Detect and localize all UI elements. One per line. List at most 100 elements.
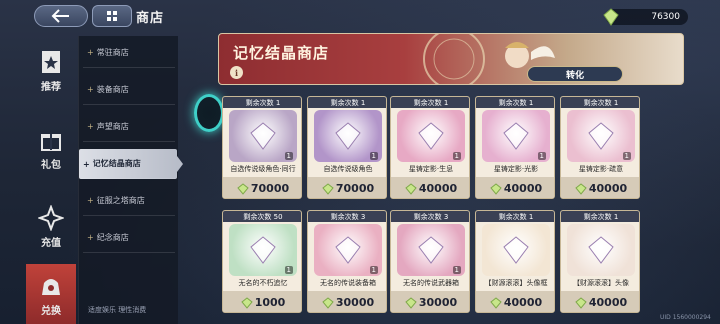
crystal-icon xyxy=(490,182,502,195)
remaining-count: 剩余次数 1 xyxy=(583,212,619,221)
remaining-count-bar: 剩余次数 1 xyxy=(476,211,554,222)
sub-item-label: 征服之塔商店 xyxy=(96,196,145,205)
sub-item-reputation-shop[interactable]: + 声望商店 xyxy=(83,112,175,142)
item-price: 40000 xyxy=(588,296,628,309)
item-name: 自选传说级角色 xyxy=(323,165,373,173)
remaining-count: 剩余次数 1 xyxy=(583,98,619,107)
exchange-bag-icon xyxy=(37,272,65,300)
item-price: 70000 xyxy=(335,182,375,195)
active-arrow-icon xyxy=(177,155,183,172)
plus-icon: + xyxy=(87,122,94,131)
portal-button[interactable] xyxy=(194,94,224,132)
remaining-count: 剩余次数 1 xyxy=(498,98,534,107)
shop-item-card[interactable]: 剩余次数 1 1 自选传说级角色 70000 xyxy=(307,96,387,199)
nav-label: 充值 xyxy=(41,238,61,249)
remaining-count: 剩余次数 1 xyxy=(245,98,281,107)
item-gem-icon xyxy=(250,122,276,150)
item-gem-icon xyxy=(250,236,276,264)
shop-item-card[interactable]: 剩余次数 3 1 无名的传说武器箱 30000 xyxy=(390,210,470,313)
shop-item-card[interactable]: 剩余次数 3 1 无名的传说装备箱 30000 xyxy=(307,210,387,313)
shop-item-card[interactable]: 剩余次数 1 1 自选传说级角色·同行 70000 xyxy=(222,96,302,199)
remaining-count: 剩余次数 1 xyxy=(330,98,366,107)
home-button[interactable] xyxy=(92,5,132,27)
item-quantity: 1 xyxy=(452,266,461,274)
shop-item-card[interactable]: 剩余次数 1 1 星铸定影·生息 40000 xyxy=(390,96,470,199)
nav-item-recommend[interactable]: 推荐 xyxy=(26,40,76,102)
nav-label: 兑换 xyxy=(41,306,61,317)
item-gem-icon xyxy=(418,122,444,150)
crystal-icon xyxy=(603,8,619,26)
emblem-icon xyxy=(423,34,485,84)
remaining-count: 剩余次数 3 xyxy=(413,212,449,221)
sub-item-memorial-shop[interactable]: + 纪念商店 xyxy=(83,223,175,253)
remaining-count: 剩余次数 50 xyxy=(243,212,283,221)
main-nav: 推荐 礼包 充值 兑换 xyxy=(26,36,76,324)
item-quantity: 1 xyxy=(452,152,461,160)
remaining-count-bar: 剩余次数 1 xyxy=(476,97,554,108)
sub-item-memory-crystal-shop[interactable]: + 记忆结晶商店 xyxy=(79,149,183,179)
uid-text: UID 1560000294 xyxy=(660,314,711,321)
currency-display[interactable]: 76300 xyxy=(603,8,688,26)
remaining-count-bar: 剩余次数 1 xyxy=(308,97,386,108)
price-bar: 1000 xyxy=(223,291,301,312)
item-gem-icon xyxy=(503,122,529,150)
item-name: 无名的不朽追忆 xyxy=(238,279,288,287)
shop-item-card[interactable]: 剩余次数 1 【财源滚滚】头像框 40000 xyxy=(475,210,555,313)
item-name: 无名的传说装备箱 xyxy=(320,279,376,287)
remaining-count-bar: 剩余次数 1 xyxy=(561,211,639,222)
price-bar: 70000 xyxy=(308,177,386,198)
sub-item-label: 声望商店 xyxy=(96,122,129,131)
item-gem-icon xyxy=(335,236,361,264)
price-bar: 30000 xyxy=(308,291,386,312)
item-price: 40000 xyxy=(503,182,543,195)
sparkle-star-icon xyxy=(37,204,65,232)
item-gem-icon xyxy=(418,236,444,264)
shop-item-card[interactable]: 剩余次数 1 【财源滚滚】头像 40000 xyxy=(560,210,640,313)
sub-item-tower-shop[interactable]: + 征服之塔商店 xyxy=(83,186,175,216)
top-bar: 商店 76300 xyxy=(0,0,720,32)
price-bar: 30000 xyxy=(391,291,469,312)
home-grid-icon xyxy=(107,11,117,21)
nav-item-exchange[interactable]: 兑换 xyxy=(26,264,76,324)
sub-item-label: 装备商店 xyxy=(96,85,129,94)
shop-item-card[interactable]: 剩余次数 1 1 星铸定影·光影 40000 xyxy=(475,96,555,199)
price-bar: 40000 xyxy=(476,291,554,312)
plus-icon: + xyxy=(87,85,94,94)
price-bar: 70000 xyxy=(223,177,301,198)
back-arrow-icon xyxy=(51,9,69,23)
convert-button[interactable]: 转化 xyxy=(527,66,623,82)
item-price: 30000 xyxy=(418,296,458,309)
convert-label: 转化 xyxy=(565,70,584,81)
nav-item-gift[interactable]: 礼包 xyxy=(26,118,76,180)
shop-item-card[interactable]: 剩余次数 1 1 星铸定影·疏意 40000 xyxy=(560,96,640,199)
sub-item-label: 记忆结晶商店 xyxy=(92,158,141,168)
info-button[interactable]: i xyxy=(230,66,243,79)
remaining-count-bar: 剩余次数 3 xyxy=(308,211,386,222)
item-gem-icon xyxy=(588,122,614,150)
crystal-icon xyxy=(575,182,587,195)
back-button[interactable] xyxy=(34,5,88,27)
footer-note: 适度娱乐 理性消费 xyxy=(88,306,147,314)
item-quantity: 1 xyxy=(284,152,293,160)
item-quantity: 1 xyxy=(369,152,378,160)
sub-item-label: 纪念商店 xyxy=(96,233,129,242)
item-quantity: 1 xyxy=(284,266,293,274)
item-name: 【财源滚滚】头像 xyxy=(573,279,629,287)
nav-item-recharge[interactable]: 充值 xyxy=(26,196,76,258)
price-bar: 40000 xyxy=(391,177,469,198)
remaining-count: 剩余次数 3 xyxy=(330,212,366,221)
sub-item-regular-shop[interactable]: + 常驻商店 xyxy=(83,38,175,68)
nav-label: 推荐 xyxy=(41,82,61,93)
item-gem-icon xyxy=(588,236,614,264)
item-name: 星铸定影·生息 xyxy=(408,165,454,173)
sub-item-equipment-shop[interactable]: + 装备商店 xyxy=(83,75,175,105)
remaining-count-bar: 剩余次数 1 xyxy=(223,97,301,108)
remaining-count: 剩余次数 1 xyxy=(498,212,534,221)
remaining-count-bar: 剩余次数 50 xyxy=(223,211,301,222)
page-title: 商店 xyxy=(136,11,165,26)
shop-item-card[interactable]: 剩余次数 50 1 无名的不朽追忆 1000 xyxy=(222,210,302,313)
item-quantity: 1 xyxy=(369,266,378,274)
sub-item-label: 常驻商店 xyxy=(96,48,129,57)
item-price: 40000 xyxy=(503,296,543,309)
item-art xyxy=(482,224,550,276)
